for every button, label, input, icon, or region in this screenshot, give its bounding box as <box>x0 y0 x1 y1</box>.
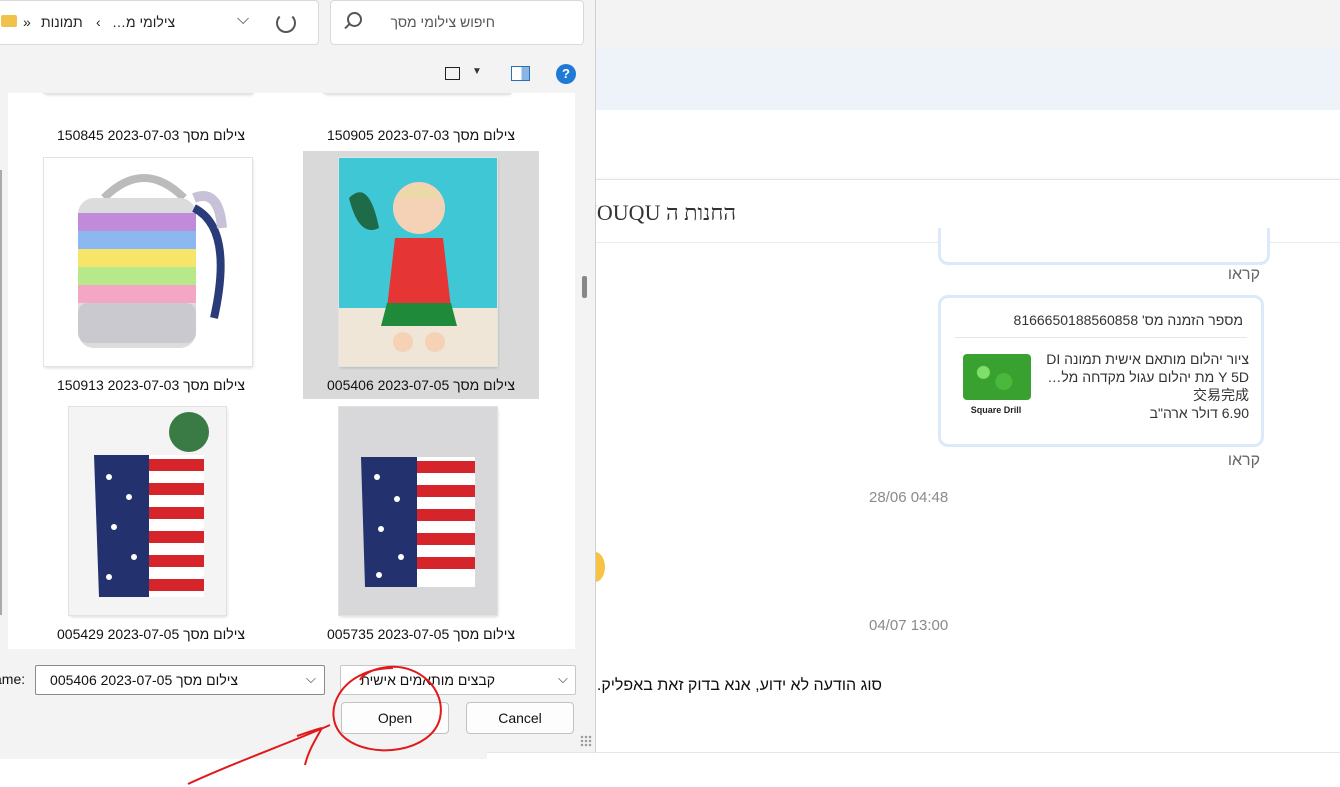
file-name: צילום מסך 2023-07-03 150845 <box>57 127 245 143</box>
order-divider <box>955 337 1247 338</box>
previous-message-bubble <box>938 228 1270 265</box>
file-item[interactable]: צילום מסך 2023-07-03 150913 <box>33 151 269 399</box>
file-thumbnail <box>69 407 226 615</box>
chat-panel: YOUQU החנות ה קראו מספר הזמנה מס' 816665… <box>581 179 1340 760</box>
file-name: צילום מסך 2023-07-03 150913 <box>57 377 245 393</box>
order-description: ציור יהלום מותאם אישית תמונה DI Y 5D מת … <box>1045 350 1249 422</box>
message-text: סוג הודעה לא ידוע, אנא בדוק זאת באפליק. <box>596 677 882 694</box>
chevron-down-icon[interactable]: ⌵ <box>237 11 249 29</box>
search-icon <box>347 12 362 27</box>
file-name: צילום מסך 2023-07-03 150905 <box>327 127 515 143</box>
address-bar[interactable]: » תמונות ‹ …צילומי מ ⌵ <box>0 0 319 45</box>
resize-grip[interactable] <box>580 735 592 747</box>
file-name: צילום מסך 2023-07-05 005429 <box>57 626 245 642</box>
file-thumbnail <box>339 407 497 615</box>
file-type-select[interactable]: קבצים מותאמים אישית ⌵ <box>340 665 576 695</box>
file-grid: צילום מסך 2023-07-03 150845 צילום מסך 20… <box>8 93 575 649</box>
file-name-value: צילום מסך 2023-07-05 005406 <box>50 672 238 688</box>
breadcrumb-overflow[interactable]: » <box>23 14 31 30</box>
scrollbar-thumb[interactable] <box>582 276 587 298</box>
breadcrumb-pictures[interactable]: תמונות <box>41 14 83 30</box>
file-item[interactable]: צילום מסך 2023-07-05 005429 <box>33 400 269 648</box>
file-open-dialog: » תמונות ‹ …צילומי מ ⌵ חיפוש צילומי מסך … <box>0 0 596 752</box>
file-name-label: ame: <box>0 671 26 687</box>
search-input[interactable]: חיפוש צילומי מסך <box>330 0 584 45</box>
read-receipt: קראו <box>1227 452 1260 469</box>
chat-input-divider <box>487 752 1340 753</box>
order-card[interactable]: מספר הזמנה מס' 8166650188560858 Square D… <box>938 295 1264 447</box>
read-receipt: קראו <box>1227 266 1260 283</box>
baby-swimsuit-image <box>339 158 497 366</box>
browser-top-band <box>595 0 1340 48</box>
file-item[interactable]: צילום מסך 2023-07-05 005735 <box>303 400 539 648</box>
chevron-down-icon[interactable]: ⌵ <box>306 671 316 687</box>
product-image[interactable]: Square Drill <box>957 350 1035 422</box>
file-type-value: קבצים מותאמים אישית <box>360 672 495 688</box>
file-thumbnail <box>339 158 497 366</box>
product-title-line1: ציור יהלום מותאם אישית תמונה DI <box>1046 351 1249 367</box>
page-band <box>595 110 1340 167</box>
file-name-input[interactable]: צילום מסך 2023-07-05 005406 ⌵ <box>35 665 325 695</box>
breadcrumb-separator: ‹ <box>96 14 101 30</box>
timestamp: 04/07 13:00 <box>869 617 949 634</box>
product-title-line2: Y 5D מת יהלום עגול מקדחה מל… <box>1047 369 1249 385</box>
open-button[interactable]: Open <box>341 702 449 734</box>
cancel-button[interactable]: Cancel <box>466 702 574 734</box>
view-menu-chevron-icon[interactable]: ▼ <box>472 66 482 77</box>
taskbar-edge <box>0 752 487 759</box>
nav-pane-edge <box>0 170 2 615</box>
backpack-image <box>78 174 227 348</box>
file-item[interactable]: צילום מסך 2023-07-03 150905 <box>303 93 539 143</box>
order-price: 6.90 דולר ארה"ב <box>1149 405 1249 421</box>
file-name: צילום מסך 2023-07-05 005406 <box>327 377 515 393</box>
order-status: 交易完成 <box>1193 387 1249 403</box>
search-placeholder: חיפוש צילומי מסך <box>390 14 495 30</box>
view-mode-icon[interactable] <box>445 67 460 80</box>
file-thumbnail <box>44 158 252 366</box>
refresh-icon[interactable] <box>276 13 296 33</box>
grass-image <box>963 354 1031 400</box>
flag-shorts-image <box>69 407 226 615</box>
breadcrumb-screenshots[interactable]: …צילומי מ <box>112 14 175 30</box>
preview-pane-icon[interactable] <box>511 66 530 81</box>
chevron-down-icon[interactable]: ⌵ <box>558 671 568 687</box>
file-name: צילום מסך 2023-07-05 005735 <box>327 626 515 642</box>
order-number: מספר הזמנה מס' 8166650188560858 <box>1013 312 1243 328</box>
flag-shorts-image <box>339 407 497 615</box>
product-image-label: Square Drill <box>970 405 1022 415</box>
chat-title: YOUQU החנות ה <box>581 200 736 225</box>
timestamp: 28/06 04:48 <box>869 489 949 506</box>
file-item[interactable]: צילום מסך 2023-07-03 150845 <box>33 93 269 143</box>
browser-info-band <box>595 48 1340 110</box>
folder-icon <box>1 15 17 27</box>
file-item-selected[interactable]: צילום מסך 2023-07-05 005406 <box>303 151 539 399</box>
help-icon[interactable]: ? <box>556 64 576 84</box>
